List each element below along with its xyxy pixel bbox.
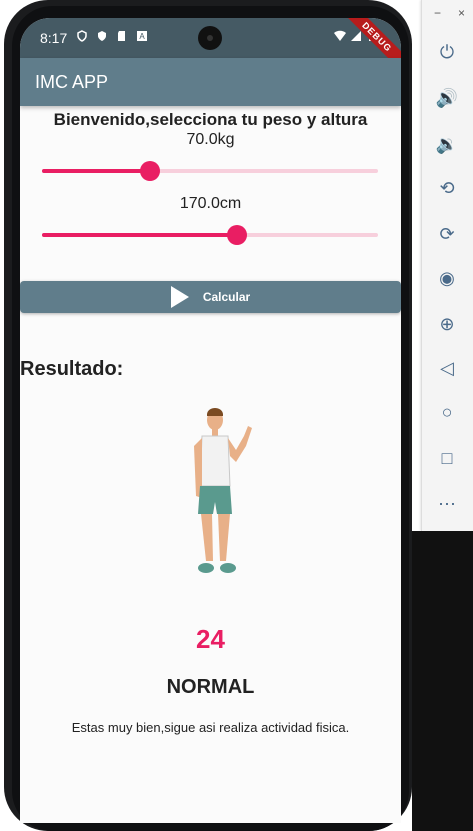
front-camera xyxy=(198,26,222,50)
person-illustration xyxy=(194,408,252,573)
volume-down-icon[interactable]: 🔉 xyxy=(435,132,459,156)
weight-slider-thumb[interactable] xyxy=(139,161,160,181)
bmi-message: Estas muy bien,sigue asi realiza activid… xyxy=(71,720,350,735)
app-bar: IMC APP xyxy=(20,58,401,106)
overview-icon[interactable]: □ xyxy=(435,446,459,470)
security-icon xyxy=(98,31,106,41)
status-bar: 8:17 A DEBUG xyxy=(20,18,401,78)
calculate-button[interactable]: Calcular xyxy=(20,281,401,313)
rotate-left-icon[interactable]: ⟲ xyxy=(435,176,459,200)
bmi-category: NORMAL xyxy=(166,676,255,698)
zoom-icon[interactable]: ⊕ xyxy=(435,312,459,336)
font-icon: A xyxy=(137,31,147,41)
height-slider-fill xyxy=(42,233,237,237)
back-icon[interactable]: ◁ xyxy=(435,356,459,380)
wifi-icon xyxy=(334,30,346,41)
app-title: IMC APP xyxy=(35,72,109,92)
home-icon[interactable]: ○ xyxy=(435,400,459,424)
bmi-value: 24 xyxy=(196,624,225,654)
emulator-toolbar: − × ⏻ 🔊 🔉 ⟲ ⟳ ◉ ⊕ ◁ ○ □ ⋯ xyxy=(421,0,473,531)
weight-value: 70.0kg xyxy=(186,131,235,148)
svg-text:A: A xyxy=(139,32,145,41)
status-time: 8:17 xyxy=(40,30,68,46)
close-button[interactable]: × xyxy=(458,6,465,20)
signal-icon xyxy=(351,31,361,41)
desktop-background xyxy=(412,531,473,831)
app-screen: 8:17 A DEBUG IMC APP Bienvenido,seleccio… xyxy=(20,18,401,823)
calculate-button-label: Calcular xyxy=(202,290,251,304)
height-slider[interactable] xyxy=(42,225,378,245)
result-label: Resultado: xyxy=(20,358,124,380)
welcome-heading: Bienvenido,selecciona tu peso y altura xyxy=(53,110,368,129)
height-slider-thumb[interactable] xyxy=(226,225,247,245)
weight-slider[interactable] xyxy=(42,161,378,181)
rotate-right-icon[interactable]: ⟳ xyxy=(435,222,459,246)
weight-slider-fill xyxy=(42,169,150,173)
play-icon xyxy=(170,286,189,308)
more-icon[interactable]: ⋯ xyxy=(435,492,459,516)
volume-up-icon[interactable]: 🔊 xyxy=(435,86,459,110)
camera-icon[interactable]: ◉ xyxy=(435,266,459,290)
shield-icon xyxy=(77,30,87,42)
sd-card-icon xyxy=(118,31,125,41)
height-value: 170.0cm xyxy=(179,195,242,212)
power-icon[interactable]: ⏻ xyxy=(435,40,459,64)
minimize-button[interactable]: − xyxy=(434,6,441,20)
